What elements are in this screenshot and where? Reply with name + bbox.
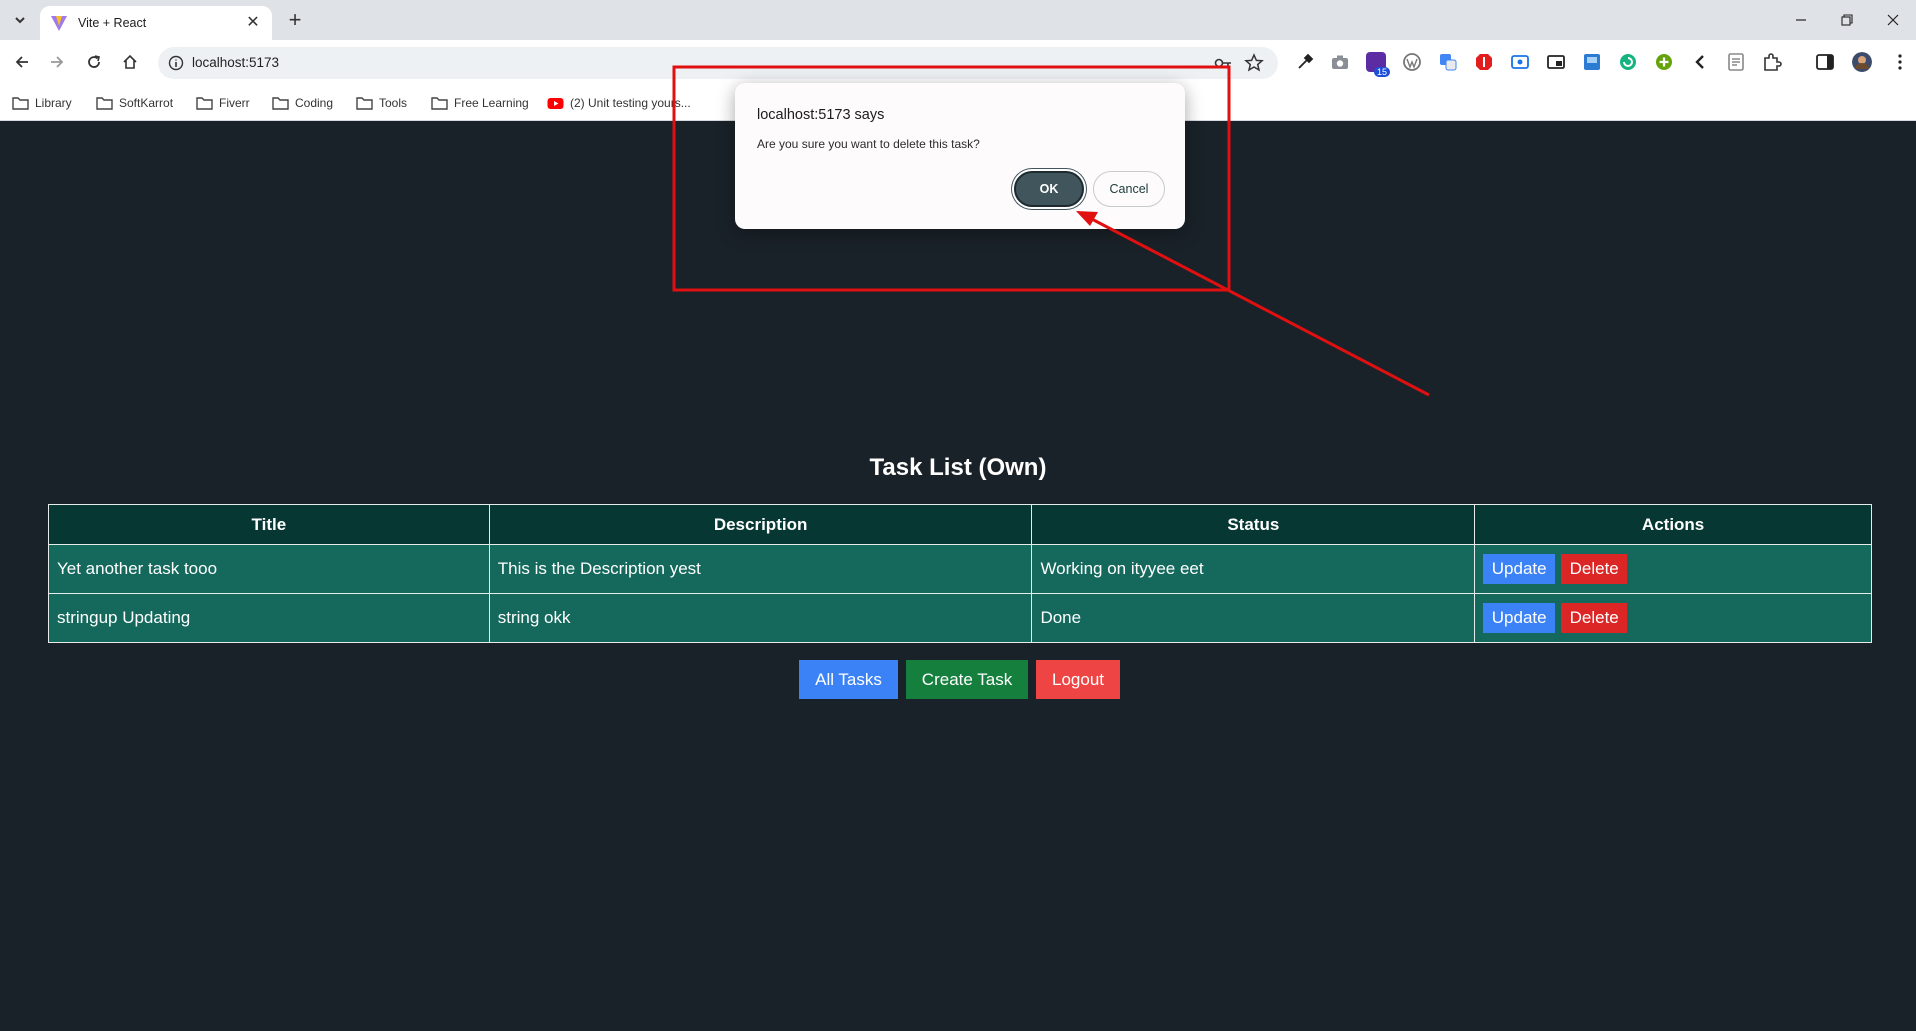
delete-button[interactable]: Delete bbox=[1561, 554, 1628, 584]
task-title-cell: Yet another task tooo bbox=[48, 544, 490, 594]
minimize-icon[interactable] bbox=[1778, 0, 1824, 40]
update-button[interactable]: Update bbox=[1483, 554, 1556, 584]
window-controls bbox=[1778, 0, 1916, 40]
tab-search-button[interactable] bbox=[8, 9, 32, 31]
bookmark-label: Library bbox=[35, 96, 72, 110]
side-panel-icon[interactable] bbox=[1815, 52, 1835, 72]
bookmark-label: (2) Unit testing yours... bbox=[570, 96, 691, 110]
window-resizer-icon[interactable] bbox=[1582, 52, 1602, 72]
extension-badge-count: 15 bbox=[1373, 67, 1390, 77]
task-description-cell: string okk bbox=[488, 593, 1033, 643]
bookmark-item[interactable]: Free Learning bbox=[431, 93, 529, 113]
dialog-title: localhost:5173 says bbox=[757, 107, 885, 123]
site-info-icon[interactable] bbox=[168, 55, 184, 71]
task-status-cell: Done bbox=[1031, 593, 1476, 643]
bookmark-label: Free Learning bbox=[454, 96, 529, 110]
bookmark-item[interactable]: SoftKarrot bbox=[96, 93, 173, 113]
youtube-icon bbox=[547, 98, 564, 109]
new-tab-button[interactable]: + bbox=[282, 8, 308, 34]
tab-strip: Vite + React ✕ + bbox=[0, 0, 1916, 40]
ok-button[interactable]: OK bbox=[1014, 171, 1084, 207]
folder-icon bbox=[356, 97, 373, 110]
bookmark-star-icon[interactable] bbox=[1244, 53, 1264, 73]
column-header-title: Title bbox=[48, 504, 490, 545]
task-status-cell: Working on ityyee eet bbox=[1031, 544, 1476, 594]
task-actions-cell: Update Delete bbox=[1474, 544, 1872, 594]
task-table: Title Description Status Actions Yet ano… bbox=[48, 504, 1872, 643]
add-plus-icon[interactable] bbox=[1654, 52, 1674, 72]
extension-badge-icon[interactable]: 15 bbox=[1366, 52, 1390, 77]
task-actions-cell: Update Delete bbox=[1474, 593, 1872, 643]
restore-icon[interactable] bbox=[1824, 0, 1870, 40]
reload-icon[interactable] bbox=[82, 50, 106, 74]
cancel-button[interactable]: Cancel bbox=[1093, 171, 1165, 207]
all-tasks-button[interactable]: All Tasks bbox=[799, 660, 898, 699]
grammar-check-icon[interactable] bbox=[1618, 52, 1638, 72]
table-row: stringup Updating string okk Done Update… bbox=[48, 593, 1872, 643]
browser-tab[interactable]: Vite + React ✕ bbox=[40, 6, 272, 40]
more-menu-icon[interactable] bbox=[1890, 52, 1910, 72]
bookmark-item[interactable]: Library bbox=[12, 93, 72, 113]
extensions-puzzle-icon[interactable] bbox=[1762, 52, 1782, 72]
wordpress-icon[interactable] bbox=[1402, 52, 1422, 72]
bookmark-label: Fiverr bbox=[219, 96, 250, 110]
logout-button[interactable]: Logout bbox=[1036, 660, 1120, 699]
picture-in-picture-icon[interactable] bbox=[1546, 52, 1566, 72]
bookmark-item[interactable]: Coding bbox=[272, 93, 333, 113]
forward-icon[interactable] bbox=[45, 50, 69, 74]
update-button[interactable]: Update bbox=[1483, 603, 1556, 633]
bookmark-label: Tools bbox=[379, 96, 408, 110]
table-row: Yet another task tooo This is the Descri… bbox=[48, 544, 1872, 594]
url-text: localhost:5173 bbox=[192, 55, 280, 70]
password-key-icon[interactable] bbox=[1214, 55, 1232, 71]
bookmark-item[interactable]: (2) Unit testing yours... bbox=[547, 93, 691, 113]
translate-icon[interactable] bbox=[1438, 52, 1458, 72]
address-bar[interactable]: localhost:5173 bbox=[158, 47, 1278, 79]
screen-record-icon[interactable] bbox=[1510, 52, 1530, 72]
vite-logo-icon bbox=[51, 16, 67, 31]
bookmark-item[interactable]: Tools bbox=[356, 93, 407, 113]
browser-toolbar: localhost:5173 15 bbox=[0, 40, 1916, 84]
column-header-actions: Actions bbox=[1474, 504, 1872, 545]
bookmark-item[interactable]: Fiverr bbox=[196, 93, 250, 113]
page-title: Task List (Own) bbox=[869, 454, 1047, 481]
column-header-status: Status bbox=[1031, 504, 1476, 545]
delete-button[interactable]: Delete bbox=[1561, 603, 1628, 633]
profile-avatar[interactable] bbox=[1852, 52, 1872, 72]
confirm-dialog: localhost:5173 says Are you sure you wan… bbox=[735, 83, 1185, 229]
column-header-description: Description bbox=[488, 504, 1033, 545]
task-description-cell: This is the Description yest bbox=[488, 544, 1033, 594]
folder-icon bbox=[96, 97, 113, 110]
folder-icon bbox=[272, 97, 289, 110]
chevron-down-icon bbox=[15, 17, 25, 24]
page-actions: All Tasks Create Task Logout bbox=[799, 660, 1128, 699]
reader-icon[interactable] bbox=[1726, 52, 1746, 72]
eyedropper-icon[interactable] bbox=[1295, 52, 1315, 72]
create-task-button[interactable]: Create Task bbox=[906, 660, 1028, 699]
folder-icon bbox=[12, 97, 29, 110]
task-title-cell: stringup Updating bbox=[48, 593, 490, 643]
close-window-icon[interactable] bbox=[1870, 0, 1916, 40]
folder-icon bbox=[196, 97, 213, 110]
dialog-message: Are you sure you want to delete this tas… bbox=[757, 137, 980, 151]
bookmark-label: Coding bbox=[295, 96, 334, 110]
bookmark-label: SoftKarrot bbox=[119, 96, 174, 110]
folder-icon bbox=[431, 97, 448, 110]
adblock-icon[interactable] bbox=[1474, 52, 1494, 72]
close-tab-icon[interactable]: ✕ bbox=[244, 14, 262, 32]
chevron-left-icon[interactable] bbox=[1690, 52, 1710, 72]
table-header-row: Title Description Status Actions bbox=[48, 504, 1872, 545]
tab-title: Vite + React bbox=[78, 16, 147, 30]
annotation-arrow-line bbox=[1085, 214, 1430, 397]
back-icon[interactable] bbox=[10, 50, 34, 74]
camera-icon[interactable] bbox=[1330, 52, 1350, 72]
home-icon[interactable] bbox=[118, 50, 142, 74]
